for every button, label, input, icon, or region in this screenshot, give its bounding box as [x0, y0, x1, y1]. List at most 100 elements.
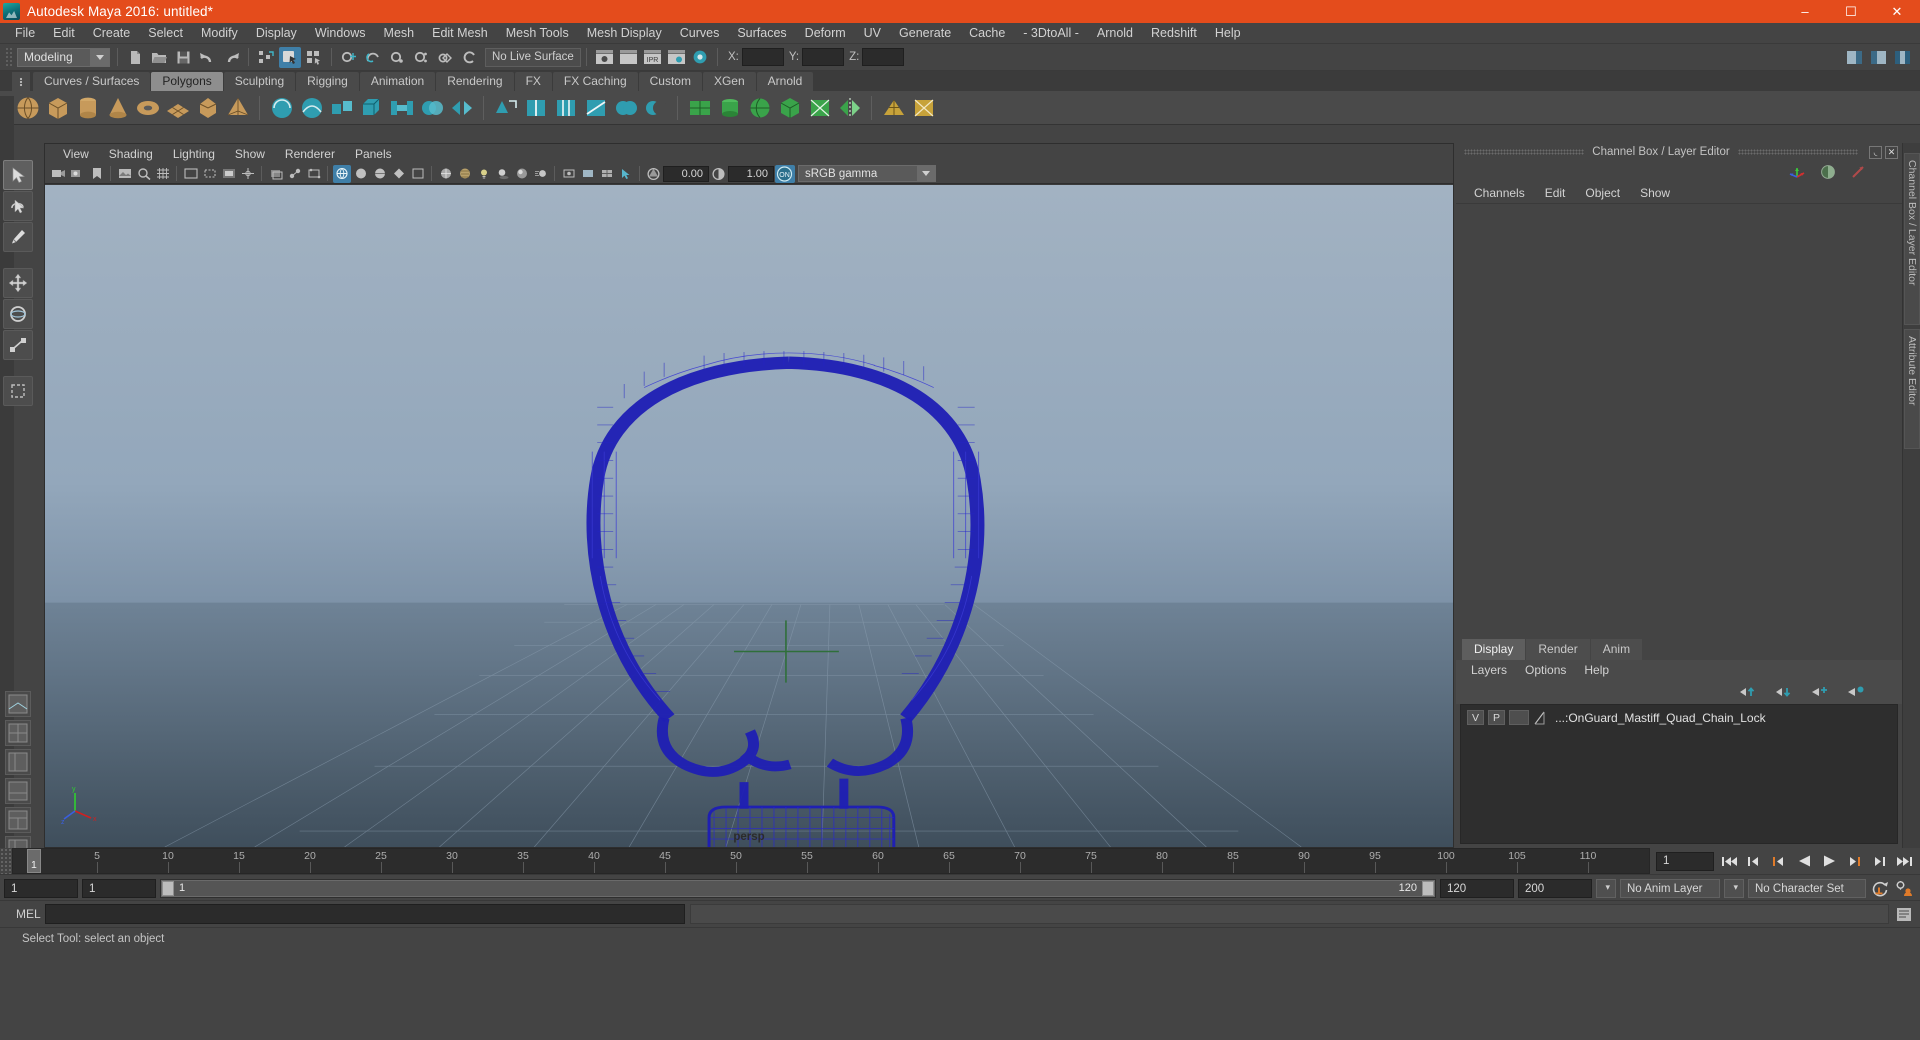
shelf-tab-fx-caching[interactable]: FX Caching: [552, 72, 638, 91]
close-icon[interactable]: ✕: [1885, 145, 1899, 159]
exposure-icon[interactable]: [645, 165, 663, 183]
range-slider-fill[interactable]: [161, 880, 1435, 897]
poly-triangulate-icon[interactable]: [910, 94, 937, 121]
menu-mesh-tools[interactable]: Mesh Tools: [497, 23, 578, 44]
channel-menu-channels[interactable]: Channels: [1464, 183, 1535, 203]
rail-tab-channel-box[interactable]: Channel Box / Layer Editor: [1904, 153, 1920, 325]
channel-menu-show[interactable]: Show: [1630, 183, 1680, 203]
menu-select[interactable]: Select: [139, 23, 192, 44]
render-current-frame-icon[interactable]: [617, 47, 639, 68]
select-object-icon[interactable]: [279, 46, 301, 68]
play-backwards-icon[interactable]: [1794, 852, 1814, 871]
script-editor-icon[interactable]: [1894, 905, 1914, 924]
ipr-render-icon[interactable]: IPR: [641, 47, 663, 68]
maximize-button[interactable]: ☐: [1828, 0, 1874, 23]
current-frame-field[interactable]: [1656, 851, 1714, 871]
menu-create[interactable]: Create: [84, 23, 140, 44]
poly-mirror-icon[interactable]: [836, 94, 863, 121]
channel-menu-object[interactable]: Object: [1575, 183, 1630, 203]
new-scene-icon[interactable]: [124, 47, 146, 68]
shelf-tab-fx[interactable]: FX: [514, 72, 552, 91]
x-input[interactable]: [741, 48, 784, 66]
poly-cube-icon[interactable]: [44, 94, 71, 121]
time-slider-gripper[interactable]: [0, 848, 12, 874]
two-d-pan-zoom-icon[interactable]: [135, 165, 153, 183]
smooth-shade-icon[interactable]: [352, 165, 370, 183]
poly-cylinder-icon[interactable]: [74, 94, 101, 121]
menu-3dtoall[interactable]: - 3DtoAll -: [1014, 23, 1088, 44]
shelf-tab-custom[interactable]: Custom: [638, 72, 702, 91]
menu-curves[interactable]: Curves: [671, 23, 729, 44]
textured-icon[interactable]: [456, 165, 474, 183]
menu-surfaces[interactable]: Surfaces: [728, 23, 795, 44]
paint-select-tool[interactable]: [3, 222, 33, 252]
viewport-menu-show[interactable]: Show: [225, 144, 275, 164]
output-channels-icon[interactable]: [1850, 164, 1866, 180]
poly-cone-icon[interactable]: [104, 94, 131, 121]
extrude-icon[interactable]: [328, 94, 355, 121]
menu-windows[interactable]: Windows: [306, 23, 375, 44]
step-forward-key-icon[interactable]: [1844, 852, 1864, 871]
image-plane-icon[interactable]: [116, 165, 134, 183]
grid-toggle-icon[interactable]: [154, 165, 172, 183]
z-input[interactable]: [862, 48, 905, 66]
viewport-menu-renderer[interactable]: Renderer: [275, 144, 345, 164]
channel-box-content[interactable]: [1456, 203, 1902, 638]
xray-active-components-icon[interactable]: [305, 165, 323, 183]
ambient-occlusion-icon[interactable]: [513, 165, 531, 183]
menu-mesh[interactable]: Mesh: [375, 23, 424, 44]
menu-generate[interactable]: Generate: [890, 23, 960, 44]
layer-visibility-toggle[interactable]: V: [1467, 710, 1484, 725]
uv-spherical-icon[interactable]: [746, 94, 773, 121]
anim-start-time-field[interactable]: [4, 879, 78, 898]
color-profile-selector[interactable]: sRGB gamma: [798, 165, 936, 182]
redo-icon[interactable]: [220, 47, 242, 68]
status-line-gripper[interactable]: [5, 47, 14, 67]
shape-channels-icon[interactable]: [1820, 164, 1836, 180]
live-surface-field[interactable]: No Live Surface: [485, 47, 581, 67]
smooth-icon[interactable]: [298, 94, 325, 121]
snap-to-grid-icon[interactable]: [338, 47, 360, 68]
flat-shade-icon[interactable]: [390, 165, 408, 183]
append-polygon-icon[interactable]: [492, 94, 519, 121]
camera-attributes-icon[interactable]: [69, 165, 87, 183]
current-time-indicator[interactable]: 1: [27, 849, 41, 873]
save-scene-icon[interactable]: [172, 47, 194, 68]
step-forward-frame-icon[interactable]: [1869, 852, 1889, 871]
uv-cylindrical-icon[interactable]: [716, 94, 743, 121]
menu-arnold[interactable]: Arnold: [1088, 23, 1142, 44]
render-settings-icon[interactable]: [665, 47, 687, 68]
shelf-tab-sculpting[interactable]: Sculpting: [223, 72, 296, 91]
time-slider-track[interactable]: 1 5 10 15 20 25 30 35 40 45 50 55 60 65 …: [12, 848, 1650, 874]
command-line-label[interactable]: MEL: [6, 907, 41, 921]
shelf-tab-curves-surfaces[interactable]: Curves / Surfaces: [33, 72, 151, 91]
menu-redshift[interactable]: Redshift: [1142, 23, 1206, 44]
poly-pyramid-icon[interactable]: [224, 94, 251, 121]
layer-name[interactable]: ...:OnGuard_Mastiff_Quad_Chain_Lock: [1555, 711, 1766, 725]
menu-edit-mesh[interactable]: Edit Mesh: [423, 23, 497, 44]
snap-to-view-plane-icon[interactable]: [434, 47, 456, 68]
tab-anim-layers[interactable]: Anim: [1590, 639, 1643, 660]
last-tool-used[interactable]: [3, 376, 33, 406]
anim-layer-selector[interactable]: No Anim Layer: [1620, 879, 1720, 898]
uv-editor-icon[interactable]: [806, 94, 833, 121]
select-camera-icon[interactable]: [50, 165, 68, 183]
tab-render-layers[interactable]: Render: [1526, 639, 1590, 660]
menu-deform[interactable]: Deform: [796, 23, 855, 44]
scale-tool[interactable]: [3, 330, 33, 360]
outliner-persp-layout-icon[interactable]: [5, 749, 31, 775]
snap-to-curve-icon[interactable]: [362, 47, 384, 68]
layer-color-swatch[interactable]: [1509, 710, 1529, 725]
layer-menu-options[interactable]: Options: [1516, 660, 1575, 680]
poly-torus-icon[interactable]: [134, 94, 161, 121]
use-all-lights-icon[interactable]: [475, 165, 493, 183]
hypershade-icon[interactable]: [689, 47, 711, 68]
snap-to-projected-center-icon[interactable]: [410, 47, 432, 68]
rail-tab-attribute-editor[interactable]: Attribute Editor: [1904, 329, 1920, 449]
menu-help[interactable]: Help: [1206, 23, 1250, 44]
panel-drag-handle-right[interactable]: [1737, 149, 1859, 155]
select-arrow-icon[interactable]: [617, 165, 635, 183]
panel-drag-handle-left[interactable]: [1464, 149, 1585, 155]
tab-display-layers[interactable]: Display: [1462, 639, 1526, 660]
shelf-tab-animation[interactable]: Animation: [359, 72, 436, 91]
